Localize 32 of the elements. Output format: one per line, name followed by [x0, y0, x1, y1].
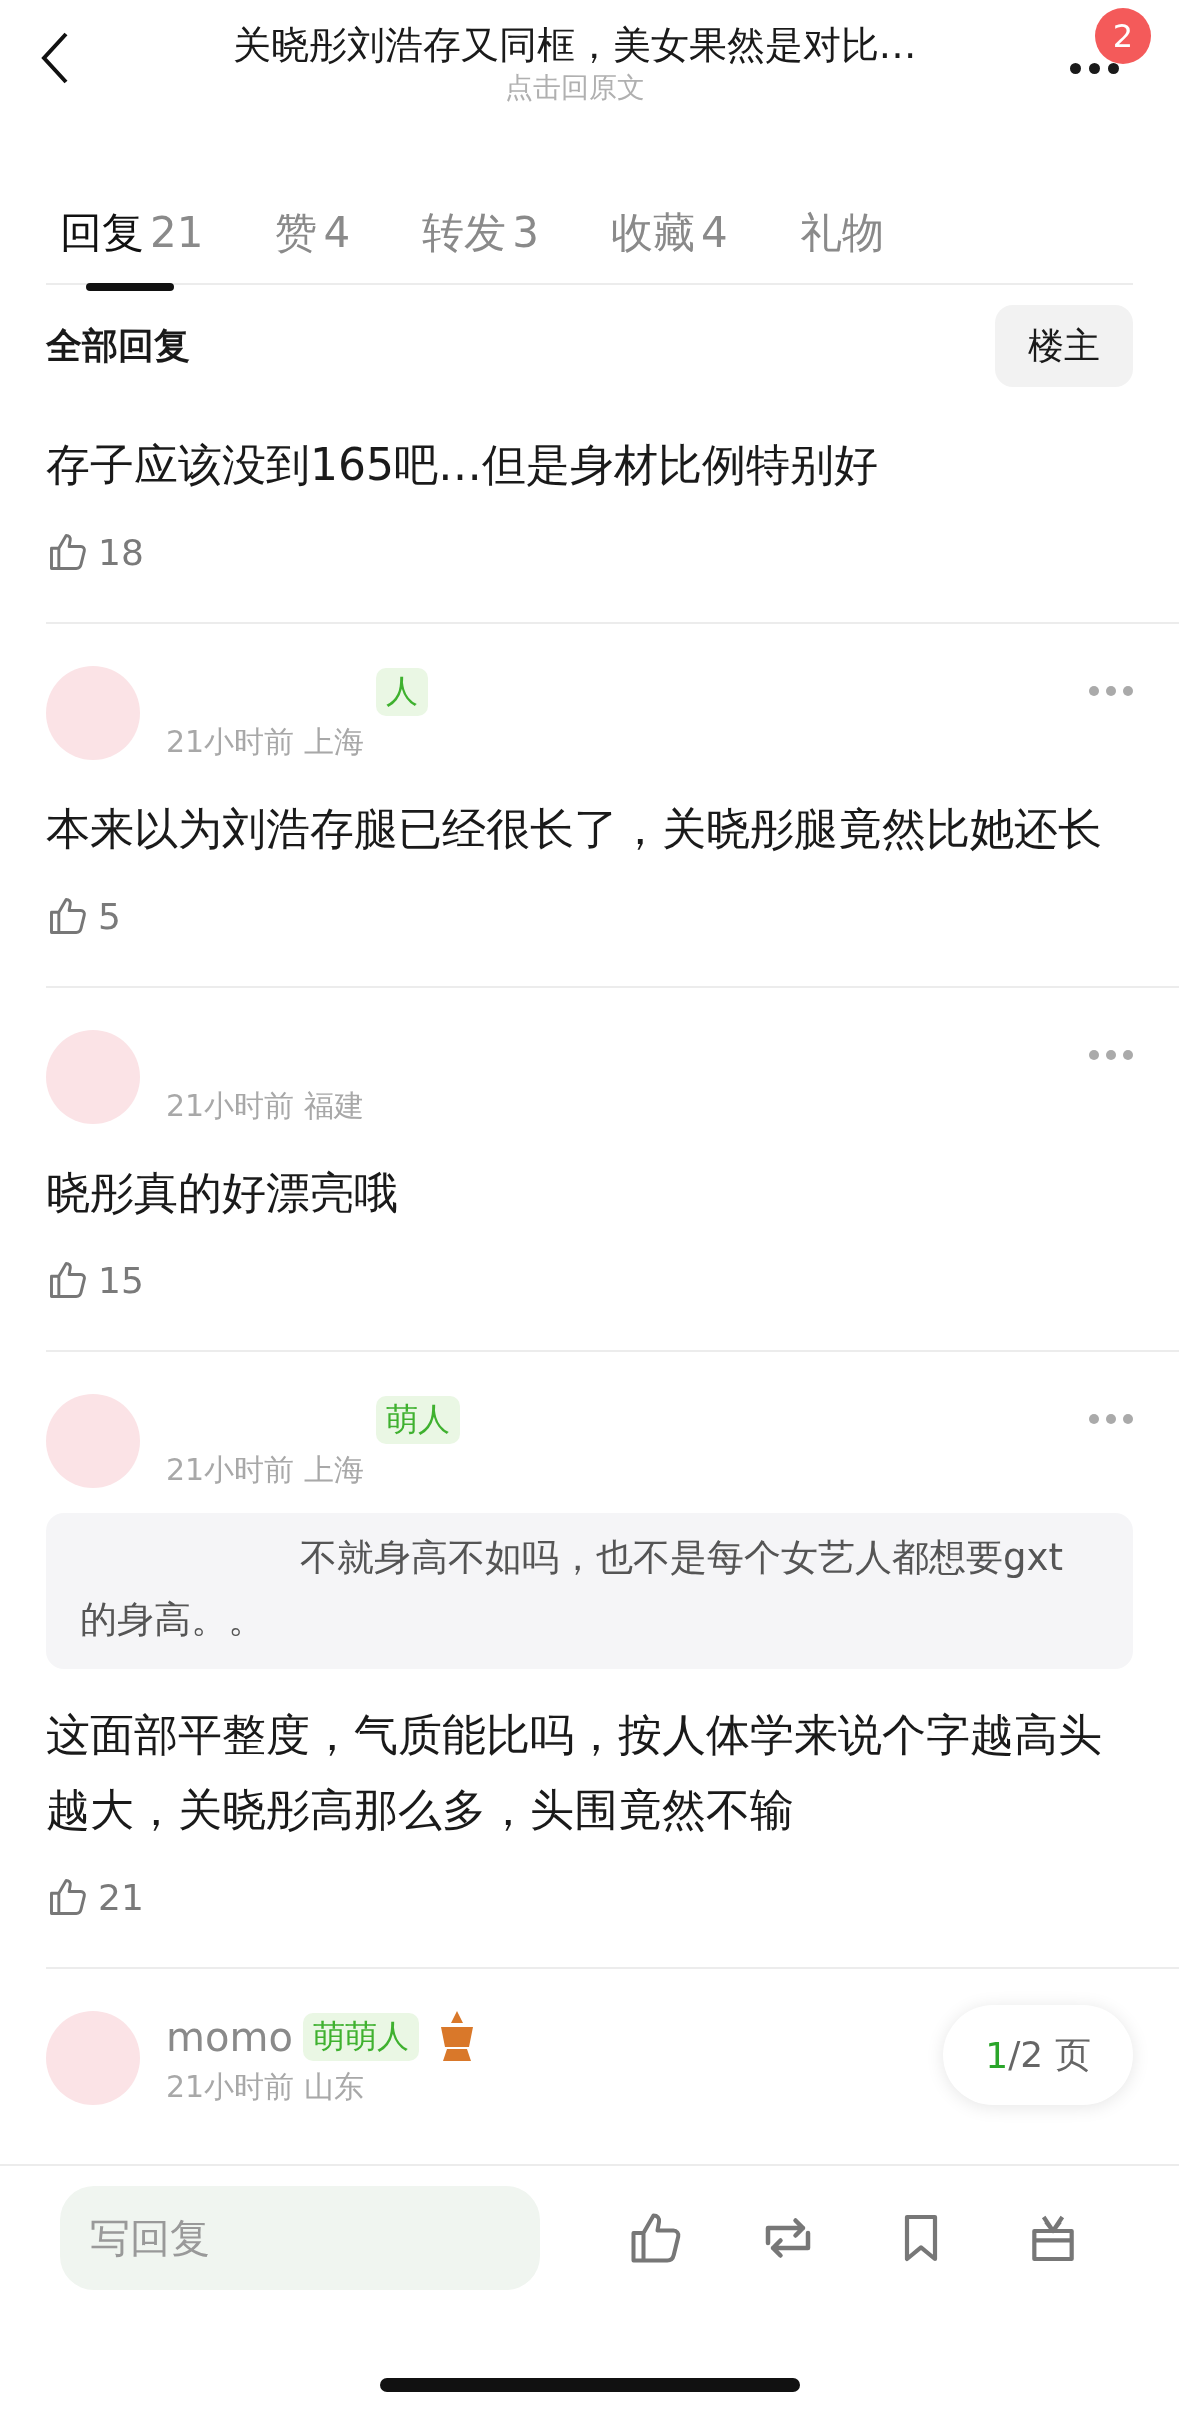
- tab[interactable]: 回复 21: [46, 205, 204, 289]
- post-time-location: 21小时前 上海: [166, 1451, 365, 1489]
- post-time-location: 21小时前 福建: [166, 1087, 365, 1125]
- post-time-location: 21小时前 山东: [166, 2068, 365, 2106]
- username[interactable]: momo: [166, 2014, 293, 2060]
- comment-text: 本来以为刘浩存腿已经很长了，关晓彤腿竟然比她还长: [46, 802, 1103, 856]
- user-badge: 萌萌人: [302, 2013, 419, 2061]
- page-indicator[interactable]: 1/2 页: [943, 2005, 1133, 2105]
- back-to-original-link[interactable]: 点击回原文: [504, 72, 645, 104]
- like-count: 15: [98, 1259, 144, 1301]
- comment-text: 这面部平整度，气质能比吗，按人体学来说个字越高头越大，关晓彤高那么多，头围竟然不输: [46, 1708, 1103, 1837]
- like-count: 21: [98, 1876, 144, 1918]
- reply-text: 存子应该没到165吧…但是身材比例特别好: [46, 438, 879, 492]
- reply-input[interactable]: 写回复: [60, 2186, 540, 2290]
- comment-text: 晓彤真的好漂亮哦: [46, 1166, 399, 1220]
- user-badge: 萌人: [376, 1396, 460, 1444]
- section-title: 全部回复: [46, 323, 190, 368]
- notification-badge: 2: [1095, 8, 1151, 64]
- tab[interactable]: 转发 3: [408, 205, 539, 289]
- back-icon: [40, 30, 70, 86]
- post-title[interactable]: 关晓彤刘浩存又同框，美女果然是对比…: [232, 18, 917, 72]
- tab[interactable]: 收藏 4: [596, 205, 728, 289]
- user-badge: 人: [376, 668, 428, 716]
- post-time-location: 21小时前 上海: [166, 723, 365, 761]
- more-button[interactable]: [1069, 62, 1119, 74]
- comment-menu-button[interactable]: [1089, 686, 1133, 696]
- like-count: 18: [98, 531, 144, 573]
- comment-menu-button[interactable]: [1089, 1414, 1133, 1424]
- comment-menu-button[interactable]: [1089, 1050, 1133, 1060]
- quoted-reply: 不就身高不如吗，也不是每个女艺人都想要gxt的身高。。: [46, 1513, 1133, 1669]
- host-filter-button[interactable]: 楼主: [995, 305, 1133, 387]
- like-count: 5: [98, 895, 121, 937]
